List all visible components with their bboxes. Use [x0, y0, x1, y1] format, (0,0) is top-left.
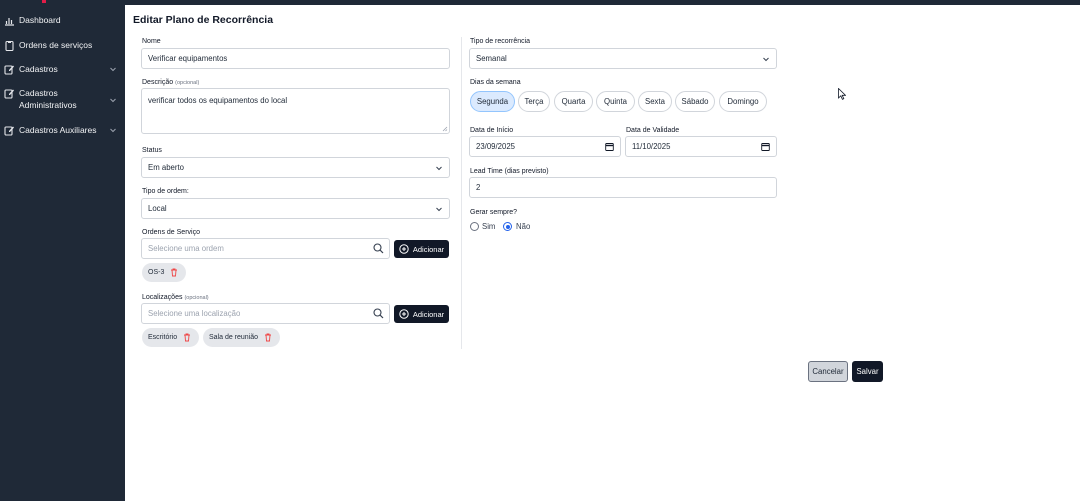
- page-title: Editar Plano de Recorrência: [133, 14, 274, 26]
- chip-label: OS-3: [148, 269, 165, 276]
- nome-value: Verificar equipamentos: [148, 54, 228, 63]
- sidebar-item-label: Cadastros Administrativos: [19, 88, 77, 110]
- radio-nao-label: Não: [516, 222, 531, 231]
- save-button[interactable]: Salvar: [852, 361, 883, 382]
- sidebar-item-label: Ordens de serviços: [19, 40, 93, 50]
- lead-time-label: Lead Time (dias previsto): [470, 168, 549, 175]
- sidebar-item-cadastros-auxiliares[interactable]: Cadastros Auxiliares: [0, 123, 125, 137]
- sidebar-item-ordens[interactable]: Ordens de serviços: [0, 38, 125, 52]
- calendar-icon[interactable]: [605, 142, 614, 151]
- optional-tag: (opcional): [184, 295, 209, 301]
- data-inicio-value: 23/09/2025: [476, 142, 516, 151]
- data-inicio-input[interactable]: 23/09/2025: [469, 136, 621, 157]
- tipo-recorrencia-value: Semanal: [476, 54, 507, 63]
- tipo-ordem-label: Tipo de ordem:: [142, 188, 189, 195]
- day-quarta[interactable]: Quarta: [554, 91, 593, 112]
- plus-circle-icon: [399, 244, 409, 254]
- nome-input[interactable]: Verificar equipamentos: [141, 48, 450, 69]
- localizacao-chip: Sala de reunião: [203, 328, 280, 347]
- trash-icon[interactable]: [183, 333, 191, 342]
- add-localizacao-button[interactable]: Adicionar: [394, 305, 449, 323]
- ordem-chip: OS-3: [142, 263, 186, 282]
- sidebar-item-cadastros[interactable]: Cadastros: [0, 62, 125, 76]
- sidebar-item-label: Cadastros Auxiliares: [19, 125, 97, 135]
- calendar-icon[interactable]: [761, 142, 770, 151]
- radio-nao[interactable]: [503, 222, 512, 231]
- data-validade-input[interactable]: 11/10/2025: [625, 136, 777, 157]
- chart-icon: [4, 15, 15, 26]
- sidebar-item-label: Cadastros: [19, 64, 58, 74]
- accent-mark: [42, 0, 46, 3]
- cancel-button[interactable]: Cancelar: [808, 361, 848, 382]
- sidebar-item-cadastros-administrativos[interactable]: Cadastros Administrativos: [0, 87, 125, 113]
- day-sexta[interactable]: Sexta: [638, 91, 672, 112]
- lead-time-input[interactable]: 2: [469, 177, 777, 198]
- add-ordem-label: Adicionar: [412, 244, 445, 254]
- chevron-down-icon: [110, 98, 116, 103]
- lead-time-value: 2: [476, 183, 481, 192]
- localizacoes-label: Localizações (opcional): [142, 294, 209, 301]
- data-validade-value: 11/10/2025: [632, 142, 671, 151]
- sidebar-item-label: Dashboard: [19, 15, 61, 25]
- chevron-down-icon: [763, 57, 769, 62]
- column-divider: [461, 37, 462, 349]
- status-select[interactable]: Em aberto: [141, 157, 450, 178]
- tipo-ordem-select[interactable]: Local: [141, 198, 450, 219]
- gerar-sempre-label: Gerar sempre?: [470, 209, 518, 216]
- edit-icon: [4, 125, 15, 136]
- day-sabado[interactable]: Sábado: [675, 91, 715, 112]
- radio-sim-label: Sim: [482, 222, 496, 231]
- chevron-down-icon: [110, 67, 116, 72]
- optional-tag: (opcional): [175, 80, 200, 86]
- plus-circle-icon: [399, 309, 409, 319]
- status-label: Status: [142, 147, 162, 154]
- top-bar: [0, 0, 1080, 5]
- sidebar-item-dashboard[interactable]: Dashboard: [0, 13, 125, 27]
- descricao-label-text: Descrição: [142, 79, 174, 86]
- nome-label: Nome: [142, 38, 161, 45]
- status-value: Em aberto: [148, 163, 184, 172]
- chevron-down-icon: [436, 207, 442, 212]
- descricao-label: Descrição (opcional): [142, 79, 199, 86]
- ordens-search-input[interactable]: Selecione uma ordem: [141, 238, 390, 259]
- edit-icon: [4, 88, 15, 99]
- edit-icon: [4, 64, 15, 75]
- ordens-placeholder: Selecione uma ordem: [148, 244, 224, 253]
- day-quinta[interactable]: Quinta: [596, 91, 635, 112]
- add-localizacao-label: Adicionar: [412, 309, 445, 319]
- localizacoes-placeholder: Selecione uma localização: [148, 309, 241, 318]
- radio-sim[interactable]: [470, 222, 479, 231]
- tipo-ordem-value: Local: [148, 204, 167, 213]
- trash-icon[interactable]: [170, 268, 178, 277]
- search-icon[interactable]: [373, 243, 384, 254]
- resize-handle-icon[interactable]: [442, 126, 448, 132]
- data-inicio-label: Data de Início: [470, 127, 514, 134]
- trash-icon[interactable]: [264, 333, 272, 342]
- tipo-recorrencia-select[interactable]: Semanal: [469, 48, 777, 69]
- clipboard-icon: [4, 40, 15, 51]
- data-validade-label: Data de Validade: [626, 127, 680, 134]
- add-ordem-button[interactable]: Adicionar: [394, 240, 449, 258]
- chip-label: Sala de reunião: [209, 334, 259, 341]
- localizacoes-label-text: Localizações: [142, 294, 183, 301]
- day-domingo[interactable]: Domingo: [719, 91, 767, 112]
- dias-semana-label: Dias da semana: [470, 79, 521, 86]
- chevron-down-icon: [110, 128, 116, 133]
- ordens-label: Ordens de Serviço: [142, 229, 200, 236]
- descricao-value: verificar todos os equipamentos do local: [148, 96, 288, 105]
- day-terca[interactable]: Terça: [518, 91, 550, 112]
- day-segunda[interactable]: Segunda: [470, 91, 515, 112]
- localizacoes-search-input[interactable]: Selecione uma localização: [141, 303, 390, 324]
- tipo-recorrencia-label: Tipo de recorrência: [470, 38, 531, 45]
- descricao-textarea[interactable]: verificar todos os equipamentos do local: [141, 88, 450, 134]
- search-icon[interactable]: [373, 308, 384, 319]
- localizacao-chip: Escritório: [142, 328, 199, 347]
- mouse-cursor-icon: [838, 88, 846, 100]
- chip-label: Escritório: [148, 334, 178, 341]
- chevron-down-icon: [436, 166, 442, 171]
- sidebar: Dashboard Ordens de serviços Cadastros C…: [0, 0, 125, 501]
